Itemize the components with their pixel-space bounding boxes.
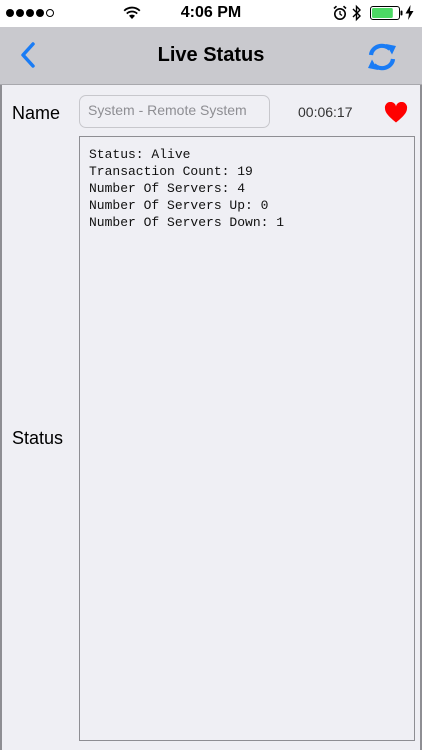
status-line: Number Of Servers Down: 1 xyxy=(89,215,285,230)
status-label: Status xyxy=(12,428,64,448)
alarm-icon xyxy=(333,5,347,20)
page-title: Live Status xyxy=(157,44,265,66)
battery-icon xyxy=(370,6,403,20)
name-label: Name xyxy=(12,103,61,123)
status-line: Number Of Servers: 4 xyxy=(89,181,246,196)
status-bar: 4:06 PM xyxy=(0,0,422,27)
status-line: Transaction Count: 19 xyxy=(89,164,253,179)
status-text-area[interactable]: Status: Alive Transaction Count: 19 Numb… xyxy=(79,136,415,741)
live-status-form: Name System - Remote System 00:06:17 Sta… xyxy=(0,85,422,750)
name-field[interactable]: System - Remote System xyxy=(79,95,270,128)
status-line: Number Of Servers Up: 0 xyxy=(89,198,269,213)
charging-bolt-icon xyxy=(405,5,414,20)
refresh-icon xyxy=(368,43,396,71)
elapsed-timer: 00:06:17 xyxy=(298,104,353,120)
heart-icon[interactable] xyxy=(384,102,408,123)
refresh-button[interactable] xyxy=(367,43,397,76)
navigation-bar: Live Status xyxy=(0,27,422,85)
status-line: Status: Alive xyxy=(89,147,191,162)
bluetooth-icon xyxy=(352,4,361,22)
